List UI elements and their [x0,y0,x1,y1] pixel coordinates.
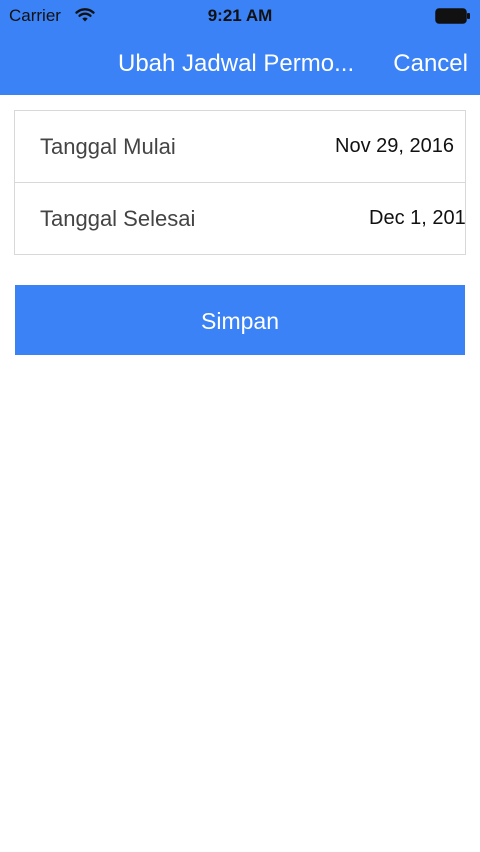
top-bar: Carrier 9:21 AM Ubah Jadwal Permo... Can… [0,0,480,95]
status-bar: Carrier 9:21 AM [0,0,480,32]
page-title: Ubah Jadwal Permo... [118,50,355,77]
end-date-row[interactable]: Tanggal Selesai Dec 1, 201 [15,183,465,254]
start-date-value[interactable]: Nov 29, 2016 [335,133,465,159]
status-time: 9:21 AM [207,6,273,25]
end-date-label: Tanggal Selesai [40,206,196,231]
start-date-label: Tanggal Mulai [40,134,176,159]
save-button[interactable]: Simpan [15,285,465,355]
date-form-card: Tanggal Mulai Nov 29, 2016 Tanggal Seles… [14,110,466,255]
battery-icon [435,8,471,24]
start-date-row[interactable]: Tanggal Mulai Nov 29, 2016 [15,111,465,183]
end-date-value[interactable]: Dec 1, 201 [369,205,465,231]
cancel-button[interactable]: Cancel [393,49,468,79]
